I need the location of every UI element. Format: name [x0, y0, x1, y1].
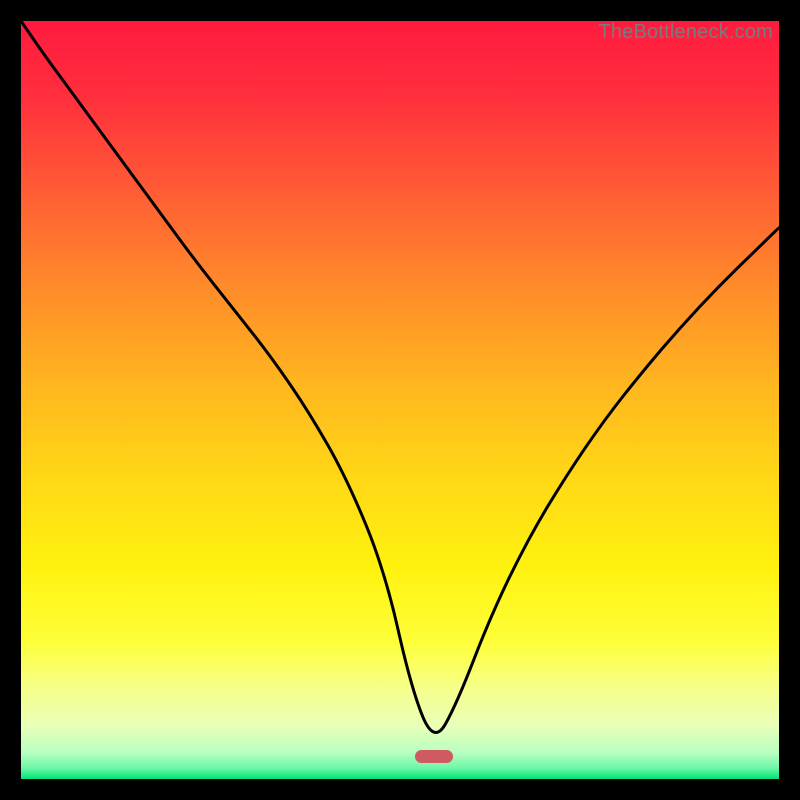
chart-canvas [21, 21, 779, 779]
gradient-background [21, 21, 779, 779]
chart-frame: TheBottleneck.com [21, 21, 779, 779]
optimal-point-marker [415, 750, 453, 763]
watermark-text: TheBottleneck.com [598, 21, 773, 44]
